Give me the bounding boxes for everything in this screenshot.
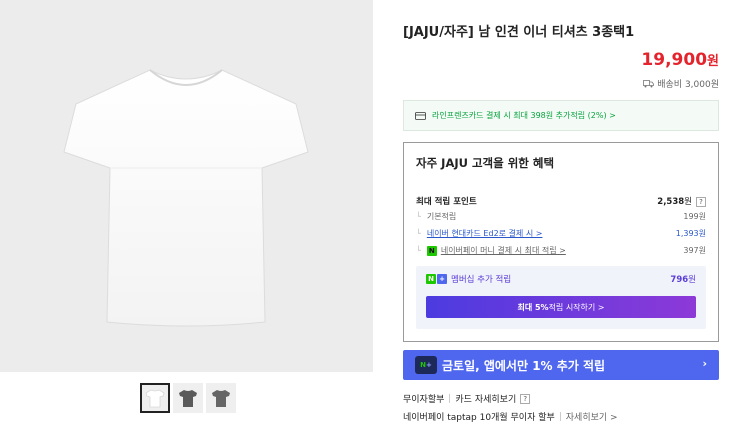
membership-start-button[interactable]: 최대 5% 적립 시작하기 > (426, 296, 696, 318)
benefit-item-basic: └ 기본적립 199원 (416, 212, 706, 221)
benefit-title: 자주 JAJU 고객을 위한 혜택 (416, 156, 555, 170)
app-promo-text: 금토일, 앱에서만 1% 추가 적립 (442, 358, 606, 373)
divider (449, 394, 451, 403)
thumbnail-white[interactable] (140, 383, 170, 413)
membership-label: 멤버십 추가 적립 (451, 275, 512, 285)
npay-detail-link[interactable]: 자세히보기 > (566, 410, 618, 423)
chevron-right-icon: › (702, 357, 707, 370)
benefit-item-label: 기본적립 (426, 212, 457, 221)
help-icon[interactable]: ? (696, 197, 706, 207)
npay-installment-row: 네이버페이 taptap 10개월 무이자 할부 자세히보기 > (403, 410, 618, 423)
benefit-box: 자주 JAJU 고객을 위한 혜택 최대 적립 포인트 2,538원? └ 기본적… (403, 142, 719, 342)
benefit-item-link[interactable]: 네이버페이 머니 결제 시 최대 적립 > (441, 245, 566, 256)
benefit-item-hyundai-card[interactable]: └ 네이버 현대카드 Ed2로 결제 시 > 1,393원 (416, 228, 706, 239)
price-unit: 원 (707, 54, 719, 69)
membership-value: 796 (670, 275, 689, 285)
max-points-value: 2,538 (657, 197, 685, 207)
benefit-item-value: 199원 (683, 212, 706, 221)
thumbnail-gray-2[interactable] (206, 383, 236, 413)
truck-icon (643, 79, 655, 87)
price-value: 19,900 (641, 50, 708, 70)
thumbnail-list (140, 383, 236, 413)
card-promo-text: 라인프렌즈카드 결제 시 최대 398원 추가적립 (2%) > (432, 111, 616, 120)
installment-label: 무이자할부 (403, 395, 445, 405)
tshirt-image (63, 69, 309, 327)
benefit-item-link[interactable]: 네이버 현대카드 Ed2로 결제 시 > (427, 228, 543, 239)
thumbnail-gray-1[interactable] (173, 383, 203, 413)
max-points-unit: 원 (684, 197, 692, 207)
product-main-image[interactable] (0, 0, 373, 372)
membership-button-text: 적립 시작하기 > (548, 302, 605, 312)
credit-card-icon (415, 111, 426, 120)
help-icon[interactable]: ? (520, 393, 531, 404)
app-promo-banner[interactable]: N + 금토일, 앱에서만 1% 추가 적립 › (403, 350, 719, 380)
divider (559, 412, 561, 421)
benefit-item-value: 397원 (683, 246, 706, 255)
max-points-row: 최대 적립 포인트 2,538원? (416, 195, 706, 207)
benefit-item-npay-money[interactable]: └ N 네이버페이 머니 결제 시 최대 적립 > 397원 (416, 245, 706, 256)
membership-button-bold: 최대 5% (517, 302, 549, 312)
shipping-text: 배송비 3,000원 (657, 80, 719, 90)
shipping-info: 배송비 3,000원 (643, 77, 719, 90)
max-points-label: 최대 적립 포인트 (416, 197, 477, 207)
naver-plus-icon: N + (426, 274, 447, 284)
membership-box: N + 멤버십 추가 적립 796원 최대 5% 적립 시작하기 > (416, 266, 706, 329)
product-price: 19,900원 (641, 50, 719, 70)
npay-installment-label: 네이버페이 taptap 10개월 무이자 할부 (403, 413, 555, 423)
membership-row: N + 멤버십 추가 적립 796원 (426, 273, 696, 285)
installment-row: 무이자할부 카드 자세히보기 ? (403, 392, 531, 405)
product-title: [JAJU/자주] 남 인견 이너 티셔츠 3종택1 (403, 25, 635, 40)
card-promo-banner[interactable]: 라인프렌즈카드 결제 시 최대 398원 추가적립 (2%) > (403, 100, 719, 131)
benefit-item-value: 1,393원 (675, 229, 706, 238)
membership-unit: 원 (688, 275, 696, 285)
app-promo-icon: N + (415, 356, 437, 374)
max-points-value-wrap: 2,538원? (657, 195, 706, 207)
npay-icon: N (426, 245, 437, 256)
card-detail-link[interactable]: 카드 자세히보기 (455, 392, 516, 405)
